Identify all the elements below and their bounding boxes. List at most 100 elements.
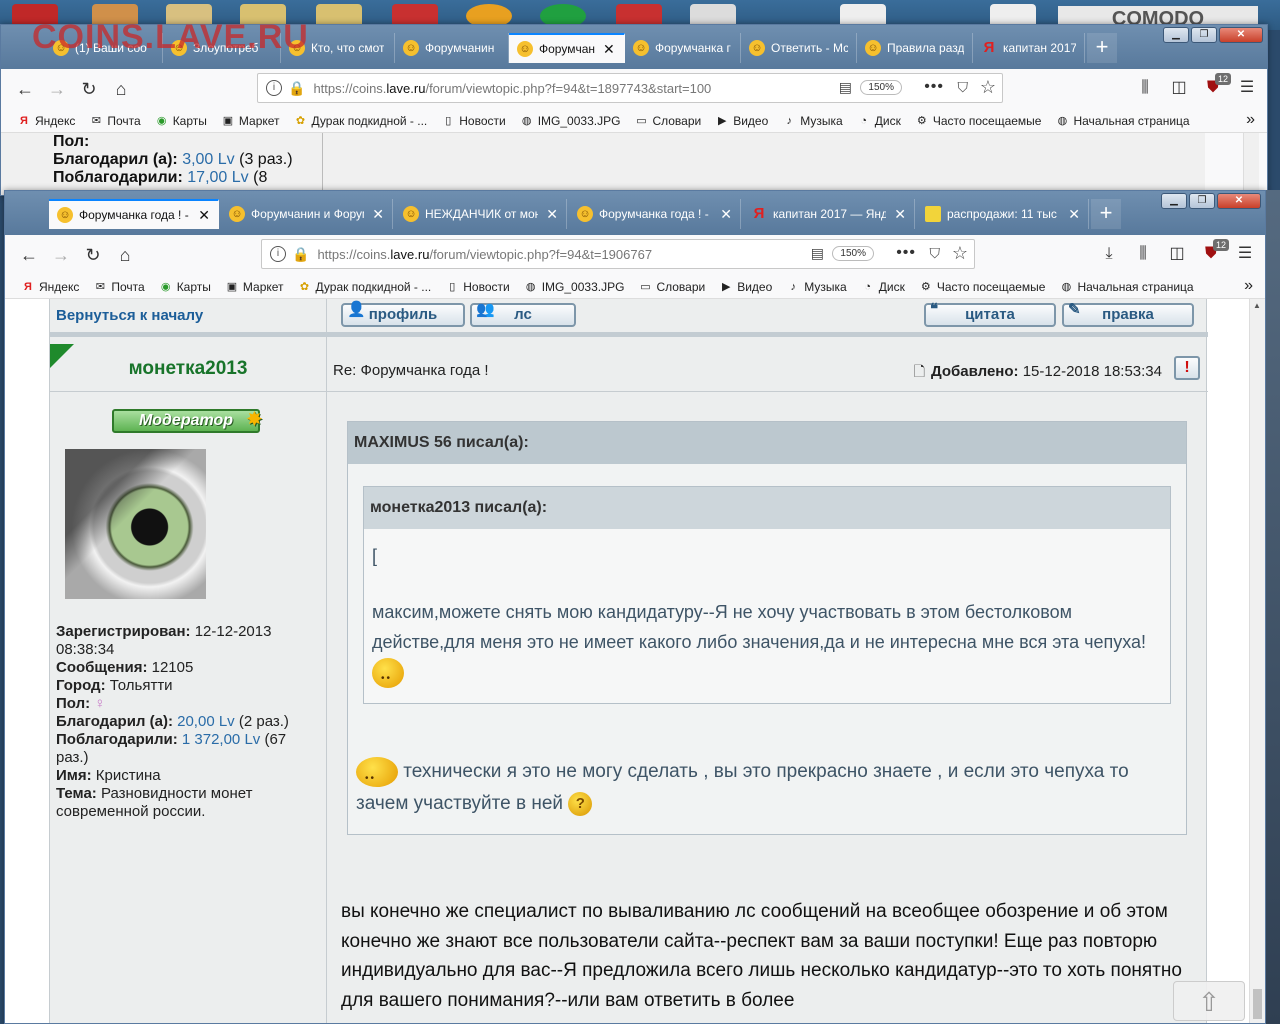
forward-arrow-icon[interactable]: → bbox=[45, 239, 77, 271]
close-tab-icon[interactable]: ✕ bbox=[894, 206, 906, 223]
bookmark-disk[interactable]: ◔ Диск bbox=[857, 114, 900, 128]
library-icon[interactable]: ⫼ bbox=[1133, 73, 1157, 103]
home-icon[interactable]: ⌂ bbox=[105, 73, 137, 105]
bookmark-maps[interactable]: ◉ Карты bbox=[159, 280, 211, 294]
menu-icon[interactable]: ☰ bbox=[1233, 239, 1257, 269]
menu-icon[interactable]: ☰ bbox=[1235, 73, 1259, 103]
browser-window-back[interactable]: ☺ (1) Ваши соо ☺ Злоупотреб ☺ Кто, что смот… bbox=[0, 24, 1268, 196]
bookmark-video[interactable]: ▶ Видео bbox=[715, 114, 768, 128]
bookmark-start-page[interactable]: ◍ Начальная страница bbox=[1059, 280, 1194, 294]
page-scrollbar[interactable]: ▲ bbox=[1249, 299, 1265, 1023]
url-text[interactable]: https://coins.lave.ru/forum/viewtopic.ph… bbox=[313, 81, 711, 96]
thanked-link[interactable]: 3,00 Lv bbox=[182, 151, 234, 168]
url-text[interactable]: https://coins.lave.ru/forum/viewtopic.ph… bbox=[317, 247, 652, 262]
bookmark-market[interactable]: ▣ Маркет bbox=[221, 114, 280, 128]
tab-1[interactable]: ☺ (1) Ваши соо bbox=[45, 33, 163, 63]
maximize-button[interactable]: ❐ bbox=[1189, 193, 1215, 209]
profile-button[interactable]: 👤 профиль bbox=[341, 301, 465, 327]
reader-view-icon[interactable]: ▤ bbox=[839, 79, 852, 96]
close-window-button[interactable]: ✕ bbox=[1219, 27, 1263, 43]
tab-4[interactable]: ☺ Форумчанин bbox=[395, 33, 509, 63]
bookmark-durak[interactable]: ✿ Дурак подкидной - ... bbox=[294, 114, 427, 128]
chevron-right-icon[interactable]: » bbox=[1244, 277, 1253, 295]
library-icon[interactable]: ⫼ bbox=[1131, 239, 1155, 269]
zoom-level[interactable]: 150% bbox=[860, 80, 902, 95]
post-author[interactable]: монетка2013 bbox=[50, 358, 326, 380]
close-tab-icon[interactable]: ✕ bbox=[720, 206, 732, 223]
bookmark-yandex[interactable]: Я Яндекс bbox=[17, 114, 75, 128]
lock-icon[interactable]: 🔒 bbox=[288, 80, 305, 97]
info-icon[interactable]: i bbox=[270, 246, 286, 262]
ublock-icon[interactable]: ⛊ 12 bbox=[1199, 239, 1229, 269]
bookmark-news[interactable]: ▯ Новости bbox=[445, 280, 509, 294]
bookmark-music[interactable]: ♪ Музыка bbox=[786, 280, 847, 294]
chevron-right-icon[interactable]: » bbox=[1246, 111, 1255, 129]
pocket-icon[interactable]: ⛉ bbox=[930, 245, 941, 262]
page-actions-icon[interactable]: ••• bbox=[896, 244, 916, 262]
minimize-button[interactable]: ▁ bbox=[1163, 27, 1189, 43]
bookmark-star-icon[interactable]: ☆ bbox=[952, 243, 968, 264]
sidebar-icon[interactable]: ◫ bbox=[1167, 73, 1191, 103]
tab-5-active[interactable]: ☺ Форумчан ✕ bbox=[509, 33, 625, 63]
bookmark-img[interactable]: ◍ IMG_0033.JPG bbox=[520, 114, 621, 128]
maximize-button[interactable]: ❐ bbox=[1191, 27, 1217, 43]
tab-5[interactable]: Якапитан 2017 — Яндек✕ bbox=[743, 199, 915, 229]
bookmark-music[interactable]: ♪ Музыка bbox=[782, 114, 843, 128]
bookmark-mail[interactable]: ✉ Почта bbox=[89, 114, 141, 128]
edit-button[interactable]: ✎ правка bbox=[1062, 301, 1194, 327]
bookmark-frequent[interactable]: ⚙ Часто посещаемые bbox=[915, 114, 1042, 128]
close-tab-icon[interactable]: ✕ bbox=[546, 206, 558, 223]
info-icon[interactable]: i bbox=[266, 80, 282, 96]
scrollbar-thumb[interactable] bbox=[1253, 989, 1262, 1019]
tab-3[interactable]: ☺ НЕЖДАНЧИК от моне ✕ bbox=[395, 199, 567, 229]
lock-icon[interactable]: 🔒 bbox=[292, 246, 309, 263]
forward-arrow-icon[interactable]: → bbox=[41, 73, 73, 105]
tab-8[interactable]: ☺ Правила разд bbox=[857, 33, 973, 63]
download-icon[interactable]: ⤓ bbox=[1097, 239, 1121, 269]
bookmark-start-page[interactable]: ◍ Начальная страница bbox=[1055, 114, 1190, 128]
quote-button[interactable]: ❝ цитата bbox=[924, 301, 1056, 327]
thanks-link[interactable]: 1 372,00 Lv bbox=[182, 731, 260, 748]
tab-1-active[interactable]: ☺ Форумчанка года ! - Ф ✕ bbox=[49, 199, 219, 229]
reload-icon[interactable]: ↻ bbox=[73, 73, 105, 105]
report-button[interactable]: ! bbox=[1174, 356, 1200, 380]
bookmark-dictionaries[interactable]: ▭ Словари bbox=[638, 280, 705, 294]
new-tab-button[interactable]: + bbox=[1091, 199, 1121, 229]
close-tab-icon[interactable]: ✕ bbox=[198, 207, 210, 224]
tab-9[interactable]: Якапитан 2017 bbox=[973, 33, 1085, 63]
tab-4[interactable]: ☺ Форумчанка года ! - Ф ✕ bbox=[569, 199, 741, 229]
new-tab-button[interactable]: + bbox=[1087, 33, 1117, 63]
bookmark-disk[interactable]: ◔ Диск bbox=[861, 280, 904, 294]
tab-7[interactable]: ☺ Ответить - Мс bbox=[741, 33, 857, 63]
thanked-link[interactable]: 20,00 Lv bbox=[177, 713, 235, 730]
bookmark-frequent[interactable]: ⚙ Часто посещаемые bbox=[919, 280, 1046, 294]
bookmark-video[interactable]: ▶ Видео bbox=[719, 280, 772, 294]
url-bar[interactable]: i 🔒 https://coins.lave.ru/forum/viewtopi… bbox=[257, 73, 1003, 103]
reader-view-icon[interactable]: ▤ bbox=[811, 245, 824, 262]
scroll-to-top-button[interactable]: ⇧ bbox=[1173, 981, 1245, 1021]
avatar[interactable] bbox=[65, 449, 206, 599]
bookmark-dictionaries[interactable]: ▭ Словари bbox=[634, 114, 701, 128]
scroll-up-icon[interactable]: ▲ bbox=[1253, 301, 1261, 310]
close-tab-icon[interactable]: ✕ bbox=[603, 41, 615, 58]
bookmark-mail[interactable]: ✉ Почта bbox=[93, 280, 145, 294]
pocket-icon[interactable]: ⛉ bbox=[958, 79, 969, 96]
bookmark-market[interactable]: ▣ Маркет bbox=[225, 280, 284, 294]
bookmark-star-icon[interactable]: ☆ bbox=[980, 77, 996, 98]
bookmark-news[interactable]: ▯ Новости bbox=[441, 114, 505, 128]
tab-3[interactable]: ☺ Кто, что смот bbox=[281, 33, 395, 63]
tab-2[interactable]: ☺ Форумчанин и Форумч ✕ bbox=[221, 199, 393, 229]
minimize-button[interactable]: ▁ bbox=[1161, 193, 1187, 209]
close-tab-icon[interactable]: ✕ bbox=[1068, 206, 1080, 223]
thanks-link[interactable]: 17,00 Lv bbox=[187, 169, 248, 186]
private-message-button[interactable]: 👥 лс bbox=[470, 301, 576, 327]
back-arrow-icon[interactable]: ← bbox=[13, 239, 45, 271]
sidebar-icon[interactable]: ◫ bbox=[1165, 239, 1189, 269]
back-to-top-link[interactable]: Вернуться к началу bbox=[56, 307, 203, 324]
page-actions-icon[interactable]: ••• bbox=[924, 78, 944, 96]
zoom-level[interactable]: 150% bbox=[832, 246, 874, 261]
home-icon[interactable]: ⌂ bbox=[109, 239, 141, 271]
close-tab-icon[interactable]: ✕ bbox=[372, 206, 384, 223]
url-bar[interactable]: i 🔒 https://coins.lave.ru/forum/viewtopi… bbox=[261, 239, 975, 269]
tab-6[interactable]: ☺ Форумчанка г bbox=[625, 33, 741, 63]
